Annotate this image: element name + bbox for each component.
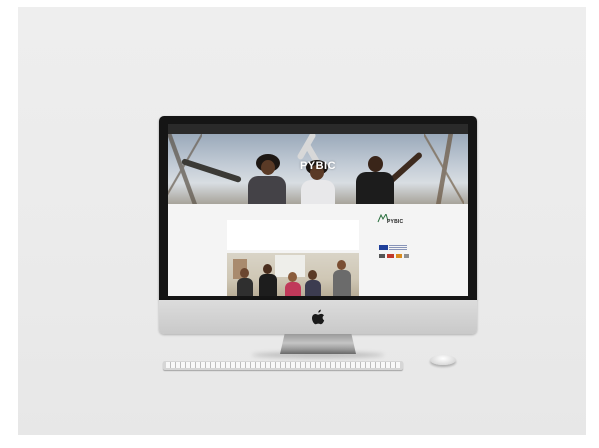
stand-shadow bbox=[252, 352, 384, 358]
keyboard-keys bbox=[166, 362, 400, 368]
imac-monitor: PYBIC PYBIC bbox=[159, 116, 477, 334]
hero-person-left bbox=[181, 152, 298, 204]
post-featured-image[interactable] bbox=[227, 253, 359, 296]
hero-tree-right bbox=[424, 134, 464, 204]
partner-logo-2[interactable] bbox=[387, 254, 394, 258]
website-screen: PYBIC PYBIC bbox=[168, 124, 468, 296]
apple-logo-icon bbox=[312, 309, 325, 325]
screen-bezel: PYBIC PYBIC bbox=[159, 116, 477, 300]
photo-person-1 bbox=[237, 266, 253, 296]
partner-logo-3[interactable] bbox=[396, 254, 402, 258]
photo-person-5 bbox=[333, 258, 351, 296]
sidebar: PYBIC bbox=[375, 212, 425, 296]
keyboard bbox=[163, 361, 403, 370]
photo-person-4 bbox=[305, 268, 321, 296]
eu-flag-icon bbox=[379, 245, 388, 250]
hero-logo-mark: PYBIC bbox=[299, 160, 337, 172]
monitor-chin bbox=[159, 300, 477, 334]
sidebar-logo-text: PYBIC bbox=[387, 219, 404, 225]
site-nav-bar bbox=[168, 124, 468, 134]
sidebar-logo[interactable]: PYBIC bbox=[377, 212, 413, 234]
monitor-stand bbox=[280, 334, 356, 354]
eu-funding-text bbox=[389, 245, 407, 250]
post-card[interactable] bbox=[227, 220, 359, 250]
partner-logo-4[interactable] bbox=[404, 254, 409, 258]
content-area: PYBIC bbox=[168, 204, 468, 296]
photo-person-2 bbox=[259, 262, 277, 296]
hero-logo[interactable]: PYBIC bbox=[297, 161, 339, 172]
partner-logo-1[interactable] bbox=[379, 254, 385, 258]
hero-banner: PYBIC bbox=[168, 134, 468, 204]
hero-person-right bbox=[346, 150, 424, 204]
mouse bbox=[430, 355, 456, 365]
photo-person-3 bbox=[285, 270, 301, 296]
